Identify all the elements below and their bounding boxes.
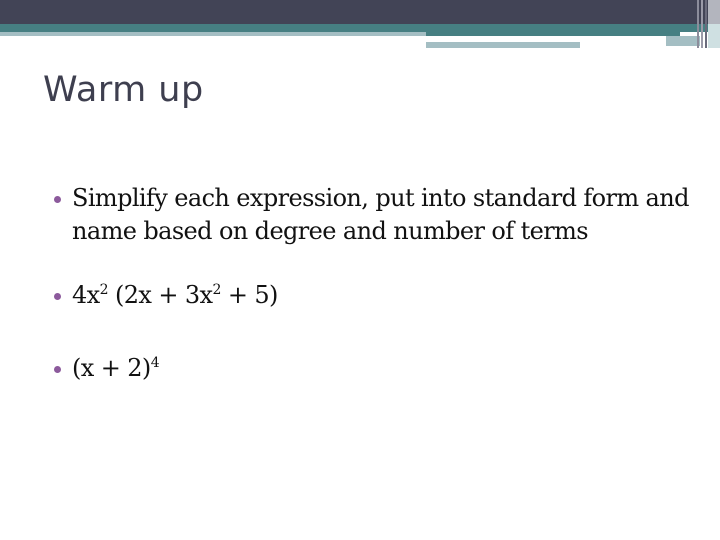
bullet-item-instructions: Simplify each expression, put into stand…	[54, 182, 714, 248]
expr-exponent: 2	[99, 282, 109, 298]
bullet-item-expression-1: 4x2 (2x + 3x2 + 5)	[54, 279, 714, 312]
slide-title: Warm up	[43, 70, 204, 110]
header-dark-band	[0, 0, 720, 24]
bullet-dot-icon	[54, 196, 61, 203]
bullet-text: Simplify each expression, put into stand…	[72, 184, 689, 245]
header-light-right	[666, 36, 700, 46]
header-stripe	[697, 0, 699, 48]
expr-exponent: 2	[212, 282, 222, 298]
header-stripe-light	[708, 24, 720, 48]
header-teal-band	[0, 24, 720, 32]
header-light-line	[426, 42, 580, 48]
expr-term: + 5)	[220, 281, 279, 309]
bullet-list: Simplify each expression, put into stand…	[54, 182, 714, 385]
expr-term: (2x + 3x	[107, 281, 213, 309]
bullet-dot-icon	[54, 366, 61, 373]
header-light-band	[0, 32, 426, 36]
bullet-dot-icon	[54, 293, 61, 300]
expr-term: 4x	[72, 281, 100, 309]
header-stripe	[705, 0, 707, 48]
expr-term: (x + 2)	[72, 354, 151, 382]
header-stripe	[701, 0, 703, 48]
bullet-item-expression-2: (x + 2)4	[54, 352, 714, 385]
expr-exponent: 4	[150, 355, 160, 371]
header-white-line	[426, 36, 666, 39]
